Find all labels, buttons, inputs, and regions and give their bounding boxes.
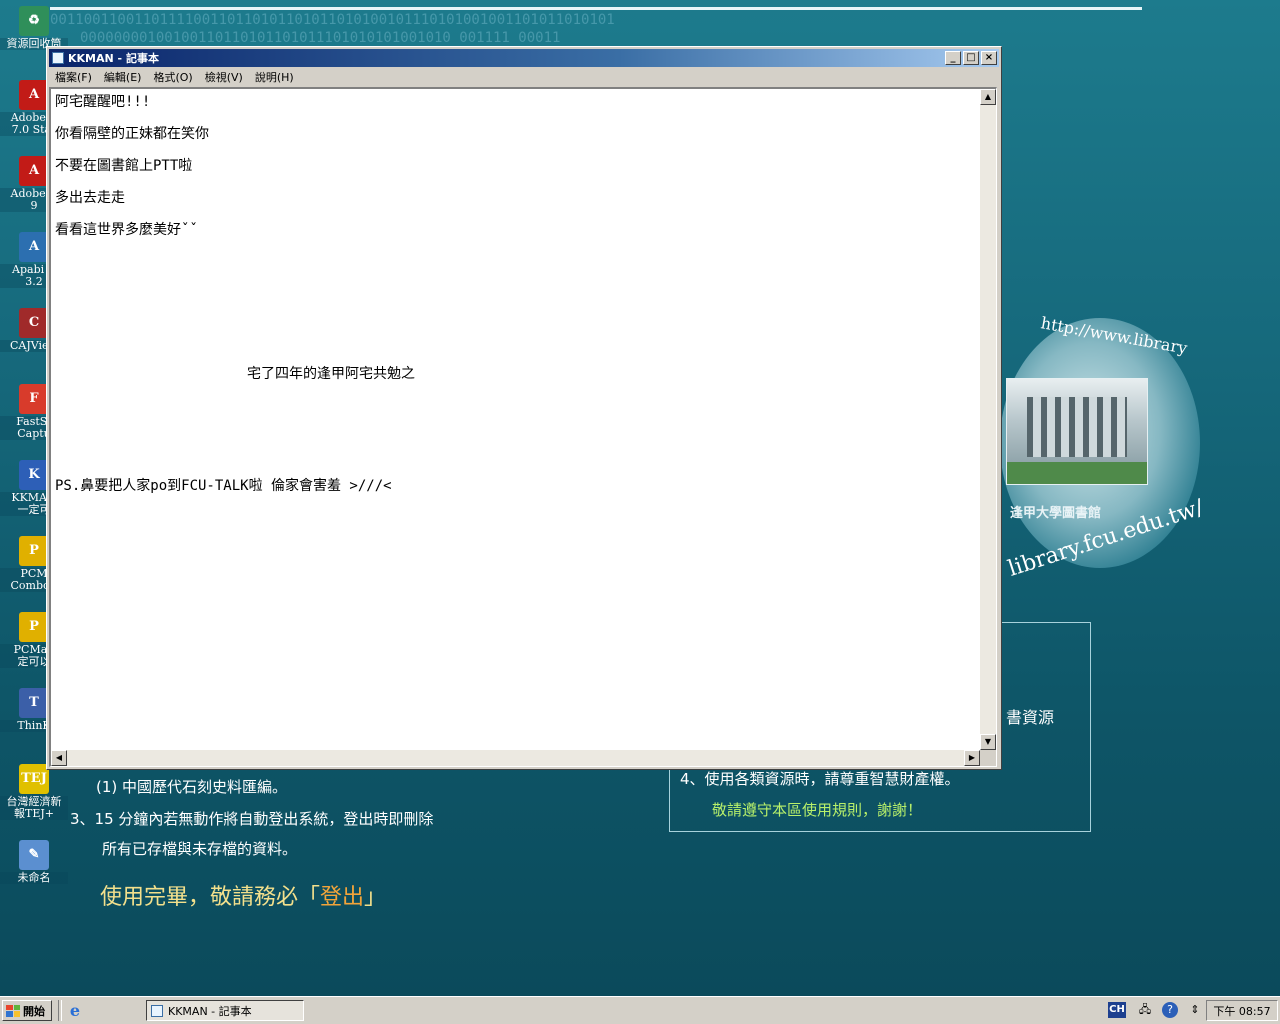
desktop-icon[interactable]: TEJ 台灣經濟新 報TEJ+ <box>0 764 68 820</box>
desktop-icon[interactable]: ♻ 資源回收筒 <box>0 6 68 50</box>
menu-edit[interactable]: 編輯(E) <box>98 69 148 85</box>
adobe-reader-icon: A <box>19 156 49 186</box>
library-url-top: http://www.library <box>1039 313 1189 358</box>
notepad-titlebar[interactable]: KKMAN - 記事本 _ □ × <box>49 49 999 67</box>
taskbar: 開始 e KKMAN - 記事本 CH 🖧 ? ⇕ 下午 08:57 <box>0 996 1280 1024</box>
text-line-7: PS.鼻要把人家po到FCU-TALK啦 倫家會害羞 >///< <box>55 478 392 494</box>
menu-help[interactable]: 說明(H) <box>249 69 300 85</box>
paint-icon: ✎ <box>19 840 49 870</box>
language-indicator[interactable]: CH <box>1108 1002 1126 1018</box>
menu-file[interactable]: 檔案(F) <box>49 69 98 85</box>
notice-rules-thanks: 敬請遵守本區使用規則，謝謝！ <box>712 801 923 819</box>
internet-explorer-icon[interactable]: e <box>66 1002 84 1020</box>
start-button[interactable]: 開始 <box>2 1000 52 1021</box>
start-label: 開始 <box>23 1004 45 1018</box>
cajviewer-icon: C <box>19 308 49 338</box>
system-tray-clock[interactable]: 下午 08:57 <box>1206 1000 1278 1021</box>
notepad-window[interactable]: KKMAN - 記事本 _ □ × 檔案(F) 編輯(E) 格式(O) 檢視(V… <box>46 46 1002 770</box>
notice-rule-4: 4、使用各類資源時，請尊重智慧財產權。 <box>680 770 960 788</box>
text-line-2: 你看隔壁的正妹都在笑你 <box>55 126 209 142</box>
help-icon[interactable]: ? <box>1162 1002 1178 1018</box>
notepad-app-icon <box>52 52 64 64</box>
text-line-3: 不要在圖書館上PTT啦 <box>55 158 193 174</box>
taskbar-notepad-label: KKMAN - 記事本 <box>168 1004 252 1018</box>
minimize-button[interactable]: _ <box>945 51 961 65</box>
wallpaper-binary-row-2: 0000000010010011011010110101110101010100… <box>80 30 561 46</box>
desktop-icon-label: 未命名 <box>0 872 68 884</box>
pcman-icon: P <box>19 612 49 642</box>
menu-format[interactable]: 格式(O) <box>147 69 198 85</box>
desktop: 0011001100110111100110110101101011010100… <box>0 0 1280 996</box>
library-badge: http://www.library 逢甲大學圖書館 library.fcu.e… <box>1000 313 1207 582</box>
text-line-5: 看看這世界多麼美好ˇˇ <box>55 222 198 238</box>
quicklaunch-separator <box>58 1000 62 1021</box>
close-button[interactable]: × <box>981 51 997 65</box>
library-name: 逢甲大學圖書館 <box>1010 506 1102 521</box>
scroll-right-button[interactable]: ▶ <box>964 750 980 766</box>
notice-resources-text: 書資源 <box>1006 708 1055 727</box>
wallpaper-top-line <box>50 7 1142 10</box>
scroll-down-button[interactable]: ▼ <box>980 734 996 750</box>
pcman-combo-icon: P <box>19 536 49 566</box>
desktop-icon[interactable]: ✎ 未命名 <box>0 840 68 884</box>
wallpaper-logout-reminder: 使用完畢，敬請務必「登出」 <box>100 879 386 911</box>
notepad-title: KKMAN - 記事本 <box>68 52 159 65</box>
notepad-menubar: 檔案(F) 編輯(E) 格式(O) 檢視(V) 說明(H) <box>49 68 999 86</box>
scroll-left-button[interactable]: ◀ <box>51 750 67 766</box>
size-grip[interactable] <box>980 750 996 766</box>
logout-reminder-suffix: 」 <box>364 885 387 910</box>
text-line-1: 阿宅醒醒吧!!! <box>55 94 151 110</box>
windows-logo-icon <box>6 1004 20 1017</box>
text-line-4: 多出去走走 <box>55 190 125 206</box>
think-app-icon: T <box>19 688 49 718</box>
logout-reminder-prefix: 使用完畢，敬請務必「 <box>100 885 321 910</box>
vertical-scrollbar[interactable]: ▲ ▼ <box>980 89 996 750</box>
clock: 下午 08:57 <box>1213 1004 1271 1018</box>
wallpaper-rule-3b: 所有已存檔與未存檔的資料。 <box>102 840 298 858</box>
tej-icon: TEJ <box>19 764 49 794</box>
apabi-reader-icon: A <box>19 232 49 262</box>
horizontal-scrollbar[interactable]: ◀ ▶ <box>51 750 980 766</box>
kkman-icon: K <box>19 460 49 490</box>
wallpaper-item-1: (1) 中國歷代石刻史料匯編。 <box>96 778 288 796</box>
adobe-acrobat-icon: A <box>19 80 49 110</box>
text-line-6: 宅了四年的逢甲阿宅共勉之 <box>247 366 415 382</box>
notepad-text-area[interactable]: 阿宅醒醒吧!!! 你看隔壁的正妹都在笑你 不要在圖書館上PTT啦 多出去走走 看… <box>49 87 997 767</box>
taskbar-notepad-button[interactable]: KKMAN - 記事本 <box>146 1000 304 1021</box>
menu-view[interactable]: 檢視(V) <box>199 69 249 85</box>
logout-reminder-word: 登出 <box>320 885 365 910</box>
wallpaper-rule-3a: 3、15 分鐘內若無動作將自動登出系統，登出時即刪除 <box>70 810 434 828</box>
faststone-capture-icon: F <box>19 384 49 414</box>
notepad-task-icon <box>151 1004 163 1017</box>
volume-icon[interactable]: ⇕ <box>1186 1002 1204 1018</box>
scroll-up-button[interactable]: ▲ <box>980 89 996 105</box>
maximize-button[interactable]: □ <box>963 51 979 65</box>
desktop-icon-label: 台灣經濟新 報TEJ+ <box>0 796 68 820</box>
library-lawn <box>1007 462 1147 484</box>
library-building-photo <box>1006 378 1148 485</box>
wallpaper-binary-row-1: 0011001100110111100110110101101011010100… <box>50 12 615 28</box>
network-icon[interactable]: 🖧 <box>1136 1002 1154 1018</box>
recycle-bin-icon: ♻ <box>19 6 49 36</box>
library-building-facade <box>1027 397 1127 457</box>
